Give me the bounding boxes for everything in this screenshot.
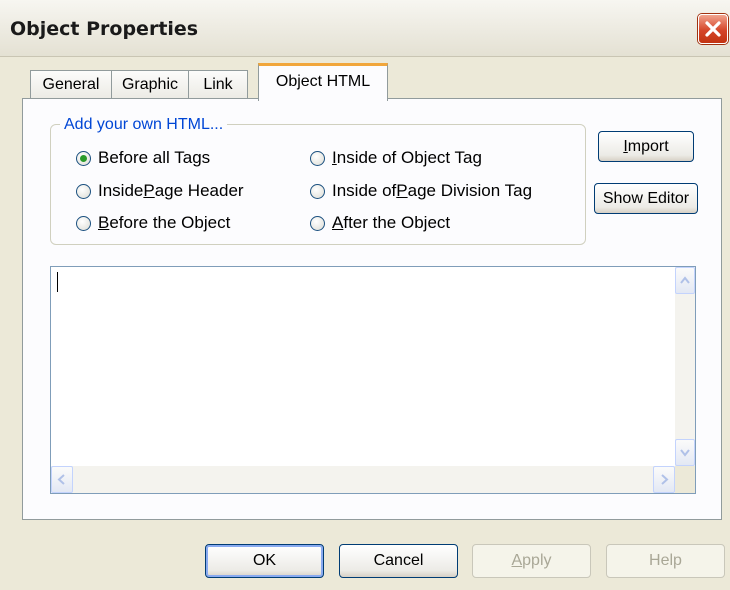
scroll-up-button[interactable] — [675, 267, 695, 294]
size-grip — [675, 466, 695, 493]
tab-label: General — [42, 76, 100, 93]
radio-accel: A — [332, 213, 344, 232]
radio-label-rest: nside of Object Tag — [336, 148, 482, 167]
radio-button[interactable] — [310, 215, 325, 231]
cancel-button[interactable]: Cancel — [339, 544, 458, 578]
close-button[interactable] — [698, 14, 728, 44]
radio-label: Inside of — [332, 181, 397, 200]
radio-button[interactable] — [76, 150, 91, 166]
chevron-down-icon — [680, 449, 690, 457]
radio-before-the-object[interactable]: Before the Object — [76, 212, 230, 234]
html-editor[interactable] — [50, 266, 696, 494]
button-label: mport — [627, 138, 669, 155]
radio-button[interactable] — [310, 183, 325, 199]
button-label: OK — [252, 552, 277, 569]
radio-label-rest: fter the Object — [343, 213, 451, 232]
radio-inside-page-division-tag[interactable]: Inside of Page Division Tag — [310, 180, 532, 202]
tab-object-html[interactable]: Object HTML — [258, 63, 388, 101]
tab-label: Graphic — [121, 76, 179, 93]
tab-label: Object HTML — [275, 73, 371, 90]
title-bar[interactable]: Object Properties — [0, 0, 730, 57]
radio-inside-object-tag[interactable]: Inside of Object Tag — [310, 147, 482, 169]
button-label: Show Editor — [602, 190, 690, 207]
radio-accel: B — [98, 213, 110, 232]
apply-button[interactable]: Apply — [472, 544, 591, 578]
text-caret — [57, 272, 58, 292]
radio-after-the-object[interactable]: After the Object — [310, 212, 450, 234]
chevron-left-icon — [57, 474, 65, 485]
button-label: pply — [522, 552, 552, 569]
radio-accel: P — [396, 181, 408, 200]
radio-button[interactable] — [76, 215, 91, 231]
close-icon — [705, 21, 721, 37]
tab-general[interactable]: General — [30, 70, 112, 98]
group-legend: Add your own HTML... — [60, 116, 228, 134]
radio-label: Inside — [98, 181, 144, 200]
show-editor-button[interactable]: Show Editor — [594, 183, 698, 214]
radio-label-rest: age Division Tag — [407, 181, 533, 200]
radio-label-rest: efore the Object — [109, 213, 231, 232]
button-accel: A — [511, 552, 523, 569]
radio-inside-page-header[interactable]: Inside Page Header — [76, 180, 244, 202]
radio-label-rest: age Header — [154, 181, 244, 200]
ok-button[interactable]: OK — [205, 544, 324, 578]
vertical-scrollbar[interactable] — [675, 267, 695, 466]
window-title: Object Properties — [10, 18, 199, 40]
button-label: Help — [649, 552, 682, 569]
horizontal-scrollbar[interactable] — [51, 466, 675, 493]
radio-button[interactable] — [310, 150, 325, 166]
scroll-left-button[interactable] — [51, 466, 73, 493]
scroll-down-button[interactable] — [675, 439, 695, 466]
radio-button[interactable] — [76, 183, 91, 199]
scroll-right-button[interactable] — [653, 466, 675, 493]
radio-accel: P — [143, 181, 155, 200]
tab-graphic[interactable]: Graphic — [111, 70, 189, 98]
tab-label: Link — [203, 76, 233, 93]
chevron-up-icon — [680, 276, 690, 284]
tab-link[interactable]: Link — [188, 70, 248, 98]
import-button[interactable]: Import — [598, 131, 694, 162]
button-label: Cancel — [373, 552, 424, 569]
help-button[interactable]: Help — [606, 544, 725, 578]
chevron-right-icon — [661, 474, 669, 485]
radio-before-all-tags[interactable]: Before all Tags — [76, 147, 210, 169]
radio-label: Before all Tags — [98, 148, 211, 167]
